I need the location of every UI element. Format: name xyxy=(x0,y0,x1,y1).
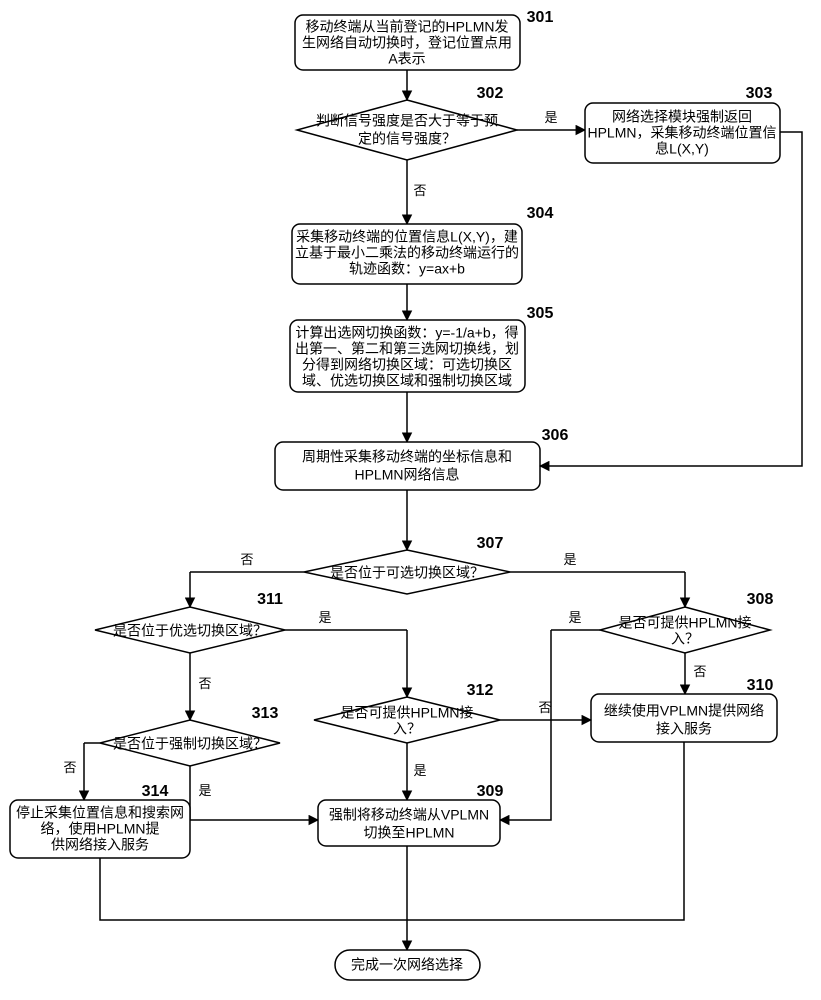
edge-313-yes: 是 xyxy=(198,783,211,798)
step-303-l1: 网络选择模块强制返回 xyxy=(612,109,752,125)
step-310-l1: 继续使用VPLMN提供网络 xyxy=(604,703,764,719)
step-305-l3: 分得到网络切换区域：可选切换区 xyxy=(302,357,512,373)
step-302-num: 302 xyxy=(477,85,504,102)
step-306-l2: HPLMN网络信息 xyxy=(354,467,459,483)
edge-311-no: 否 xyxy=(198,676,211,691)
edge-313-no: 否 xyxy=(63,760,76,775)
step-312-l1: 是否可提供HPLMN接 xyxy=(340,705,473,721)
step-301-l3: A表示 xyxy=(388,51,425,67)
step-306-num: 306 xyxy=(542,427,569,444)
step-307-l1: 是否位于可选切换区域？ xyxy=(330,565,484,581)
step-305-num: 305 xyxy=(527,305,554,322)
edge-312-yes: 是 xyxy=(413,763,426,778)
step-313-num: 313 xyxy=(252,705,279,722)
step-314-l1: 停止采集位置信息和搜索网 xyxy=(16,805,184,821)
edge-307-yes: 是 xyxy=(563,552,576,567)
step-301-l1: 移动终端从当前登记的HPLMN发 xyxy=(305,19,508,35)
step-312-num: 312 xyxy=(467,682,494,699)
step-304-l2: 立基于最小二乘法的移动终端运行的 xyxy=(295,245,519,261)
step-310-l2: 接入服务 xyxy=(656,721,712,737)
step-305-l1: 计算出选网切换函数：y=-1/a+b，得 xyxy=(295,325,518,341)
step-313-l1: 是否位于强制切换区域？ xyxy=(113,736,267,752)
step-304-l1: 采集移动终端的位置信息L(X,Y)，建 xyxy=(296,229,518,245)
end-label: 完成一次网络选择 xyxy=(351,957,463,973)
edge-307-no: 否 xyxy=(240,552,253,567)
step-311-l1: 是否位于优选切换区域？ xyxy=(113,623,267,639)
edge-308-yes: 是 xyxy=(568,610,581,625)
step-309-l2: 切换至HPLMN xyxy=(363,825,454,841)
step-303-l3: 息L(X,Y) xyxy=(655,141,709,157)
step-311-num: 311 xyxy=(257,591,283,608)
step-303-l2: HPLMN，采集移动终端位置信 xyxy=(587,125,776,141)
step-309-l1: 强制将移动终端从VPLMN xyxy=(329,807,489,823)
step-312-l2: 入？ xyxy=(393,721,421,737)
edge-312-no: 否 xyxy=(538,700,551,715)
step-301-l2: 生网络自动切换时，登记位置点用 xyxy=(302,35,512,51)
edge-302-yes: 是 xyxy=(544,110,557,125)
step-303-num: 303 xyxy=(746,85,773,102)
step-302-l1: 判断信号强度是否大于等于预 xyxy=(316,113,498,129)
edge-308-no: 否 xyxy=(693,664,706,679)
step-307-num: 307 xyxy=(477,535,504,552)
step-308-num: 308 xyxy=(747,591,774,608)
step-310-num: 310 xyxy=(747,677,774,694)
step-308-l1: 是否可提供HPLMN接 xyxy=(618,615,751,631)
step-314-num: 314 xyxy=(142,783,169,800)
step-314-l2: 络，使用HPLMN提 xyxy=(40,821,159,837)
step-309-num: 309 xyxy=(477,783,504,800)
step-314-l3: 供网络接入服务 xyxy=(51,837,149,853)
edge-311-yes: 是 xyxy=(318,610,331,625)
step-302-l2: 定的信号强度？ xyxy=(358,131,456,147)
step-304-l3: 轨迹函数：y=ax+b xyxy=(349,261,465,277)
step-306-l1: 周期性采集移动终端的坐标信息和 xyxy=(302,449,512,465)
step-308-l2: 入？ xyxy=(671,631,699,647)
edge-302-no: 否 xyxy=(413,183,426,198)
step-305-l4: 域、优选切换区域和强制切换区域 xyxy=(302,373,512,389)
step-305-l2: 出第一、第二和第三选网切换线，划 xyxy=(295,341,519,357)
step-304-num: 304 xyxy=(527,205,554,222)
step-301-num: 301 xyxy=(527,9,554,26)
